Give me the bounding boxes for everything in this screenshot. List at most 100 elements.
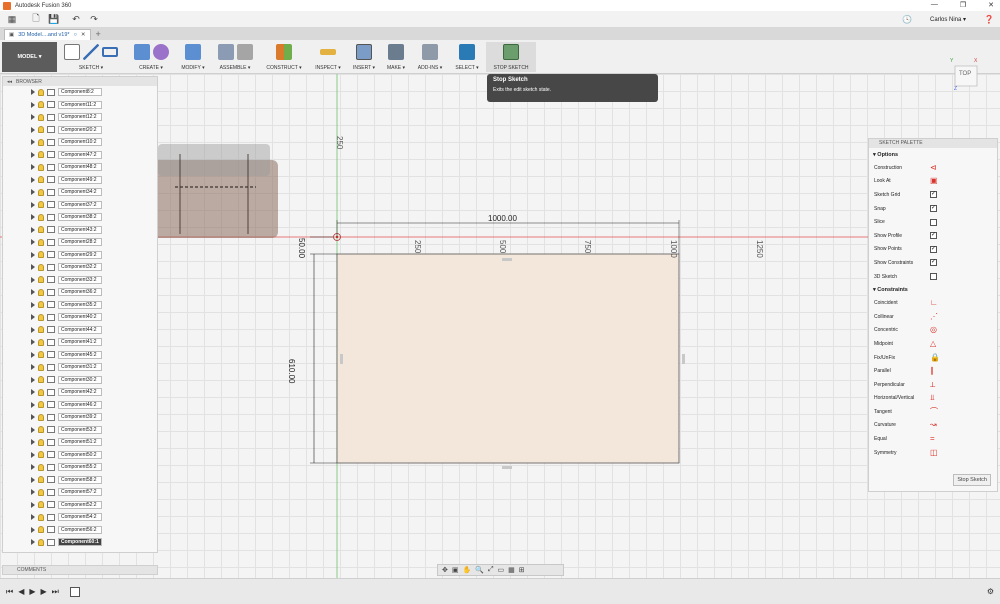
visibility-bulb-icon[interactable] <box>38 163 44 171</box>
visibility-bulb-icon[interactable] <box>38 313 44 321</box>
visibility-bulb-icon[interactable] <box>38 476 44 484</box>
browser-item[interactable]: Component29:2 <box>3 249 157 262</box>
visibility-bulb-icon[interactable] <box>38 438 44 446</box>
expand-icon[interactable] <box>31 201 35 208</box>
browser-item[interactable]: Component53:2 <box>3 424 157 437</box>
pan-icon[interactable]: ✋ <box>463 566 472 574</box>
palette-option[interactable]: Look At ▣ <box>869 175 997 189</box>
constraint-icon[interactable]: ↝ <box>930 421 937 429</box>
palette-option[interactable]: Show Profile ✓ <box>869 229 997 243</box>
visibility-bulb-icon[interactable] <box>38 263 44 271</box>
visibility-bulb-icon[interactable] <box>38 413 44 421</box>
comments-panel[interactable]: COMMENTS <box>2 565 158 575</box>
timeline-first-icon[interactable]: ⏮ <box>6 587 13 597</box>
browser-item[interactable]: Component60:1 <box>3 536 157 549</box>
constraint-item[interactable]: Coincident ∟ <box>869 296 997 310</box>
expand-icon[interactable] <box>31 489 35 496</box>
offset-dimension-label[interactable]: 50.00 <box>297 238 306 258</box>
expand-icon[interactable] <box>31 414 35 421</box>
timeline-last-icon[interactable]: ⏭ <box>52 587 59 597</box>
browser-item[interactable]: Component57:2 <box>3 486 157 499</box>
height-dimension-label[interactable]: 610.00 <box>287 359 296 383</box>
expand-icon[interactable] <box>31 426 35 433</box>
expand-icon[interactable] <box>31 539 35 546</box>
constraint-item[interactable]: Parallel ∥ <box>869 364 997 378</box>
constraints-section-header[interactable]: ▾ Constraints <box>869 283 997 296</box>
component-name[interactable]: Component58:2 <box>58 475 102 484</box>
expand-icon[interactable] <box>31 376 35 383</box>
constraint-item[interactable]: Perpendicular ⟂ <box>869 378 997 392</box>
expand-icon[interactable] <box>31 301 35 308</box>
browser-item[interactable]: Component43:2 <box>3 224 157 237</box>
select-icon[interactable] <box>459 44 475 60</box>
ribbon-group-modify[interactable]: MODIFY ▾ <box>178 42 208 72</box>
constraint-icon[interactable]: 🔒 <box>930 353 940 362</box>
orbit-icon[interactable]: ✥ <box>442 566 448 574</box>
visibility-bulb-icon[interactable] <box>38 288 44 296</box>
browser-item[interactable]: Component34:2 <box>3 186 157 199</box>
component-name[interactable]: Component57:2 <box>58 488 102 497</box>
expand-icon[interactable] <box>31 101 35 108</box>
component-name[interactable]: Component60:1 <box>58 538 102 547</box>
constraint-item[interactable]: Symmetry ◫ <box>869 446 997 460</box>
expand-icon[interactable] <box>31 401 35 408</box>
browser-item[interactable]: Component46:2 <box>3 399 157 412</box>
expand-icon[interactable] <box>31 89 35 96</box>
browser-item[interactable]: Component38:2 <box>3 211 157 224</box>
viewports-icon[interactable]: ⊞ <box>519 566 525 574</box>
expand-icon[interactable] <box>31 364 35 371</box>
constraint-item[interactable]: Horizontal/Vertical ⫫ <box>869 392 997 406</box>
browser-item[interactable]: Component39:2 <box>3 411 157 424</box>
visibility-bulb-icon[interactable] <box>38 113 44 121</box>
option-checkbox[interactable]: ✓ <box>930 245 937 253</box>
component-name[interactable]: Component47:2 <box>58 150 102 159</box>
expand-icon[interactable] <box>31 189 35 196</box>
component-name[interactable]: Component45:2 <box>58 350 102 359</box>
constraint-icon[interactable]: = <box>930 435 935 443</box>
component-name[interactable]: Component54:2 <box>58 513 102 522</box>
close-tab-icon[interactable]: ✕ <box>81 32 86 38</box>
expand-icon[interactable] <box>31 389 35 396</box>
ribbon-group-insert[interactable]: INSERT ▾ <box>350 42 378 72</box>
browser-item[interactable]: Component37:2 <box>3 199 157 212</box>
expand-icon[interactable] <box>31 526 35 533</box>
visibility-bulb-icon[interactable] <box>38 488 44 496</box>
insert-image-icon[interactable] <box>356 44 372 60</box>
palette-option[interactable]: 3D Sketch <box>869 270 997 284</box>
scripts-icon[interactable] <box>422 44 438 60</box>
workspace-switcher[interactable]: MODEL ▾ <box>2 42 57 72</box>
expand-icon[interactable] <box>31 289 35 296</box>
component-name[interactable]: Component28:2 <box>58 238 102 247</box>
constraint-item[interactable]: Equal = <box>869 432 997 446</box>
offset-plane-icon[interactable] <box>276 44 292 60</box>
expand-icon[interactable] <box>31 164 35 171</box>
timeline-settings-icon[interactable]: ⚙ <box>987 587 994 596</box>
browser-item[interactable]: Component35:2 <box>3 299 157 312</box>
new-tab-icon[interactable]: + <box>96 29 101 40</box>
expand-icon[interactable] <box>31 176 35 183</box>
new-component-icon[interactable] <box>217 44 234 60</box>
component-name[interactable]: Component20:2 <box>58 125 102 134</box>
browser-item[interactable]: Component56:2 <box>3 524 157 537</box>
expand-icon[interactable] <box>31 239 35 246</box>
browser-item[interactable]: Component36:2 <box>3 286 157 299</box>
constraint-item[interactable]: Fix/UnFix 🔒 <box>869 351 997 365</box>
constraint-icon[interactable]: ⟂ <box>930 380 935 389</box>
constraint-icon[interactable]: ∥ <box>930 367 934 375</box>
constraint-item[interactable]: Concentric ◎ <box>869 324 997 338</box>
component-name[interactable]: Component8:2 <box>58 88 102 97</box>
component-name[interactable]: Component34:2 <box>58 188 102 197</box>
component-name[interactable]: Component32:2 <box>58 263 102 272</box>
viewcube[interactable]: TOP X Y Z <box>946 58 986 94</box>
constraint-item[interactable]: Curvature ↝ <box>869 419 997 433</box>
fit-icon[interactable]: ⤢ <box>488 566 494 574</box>
constraint-icon[interactable]: ⋰ <box>930 312 938 321</box>
component-name[interactable]: Component48:2 <box>58 163 102 172</box>
visibility-bulb-icon[interactable] <box>38 501 44 509</box>
undo-icon[interactable]: ↶ <box>70 13 82 25</box>
component-name[interactable]: Component31:2 <box>58 363 102 372</box>
visibility-bulb-icon[interactable] <box>38 401 44 409</box>
browser-item[interactable]: Component52:2 <box>3 499 157 512</box>
component-name[interactable]: Component11:2 <box>58 100 102 109</box>
option-checkbox[interactable]: ✓ <box>930 205 937 213</box>
